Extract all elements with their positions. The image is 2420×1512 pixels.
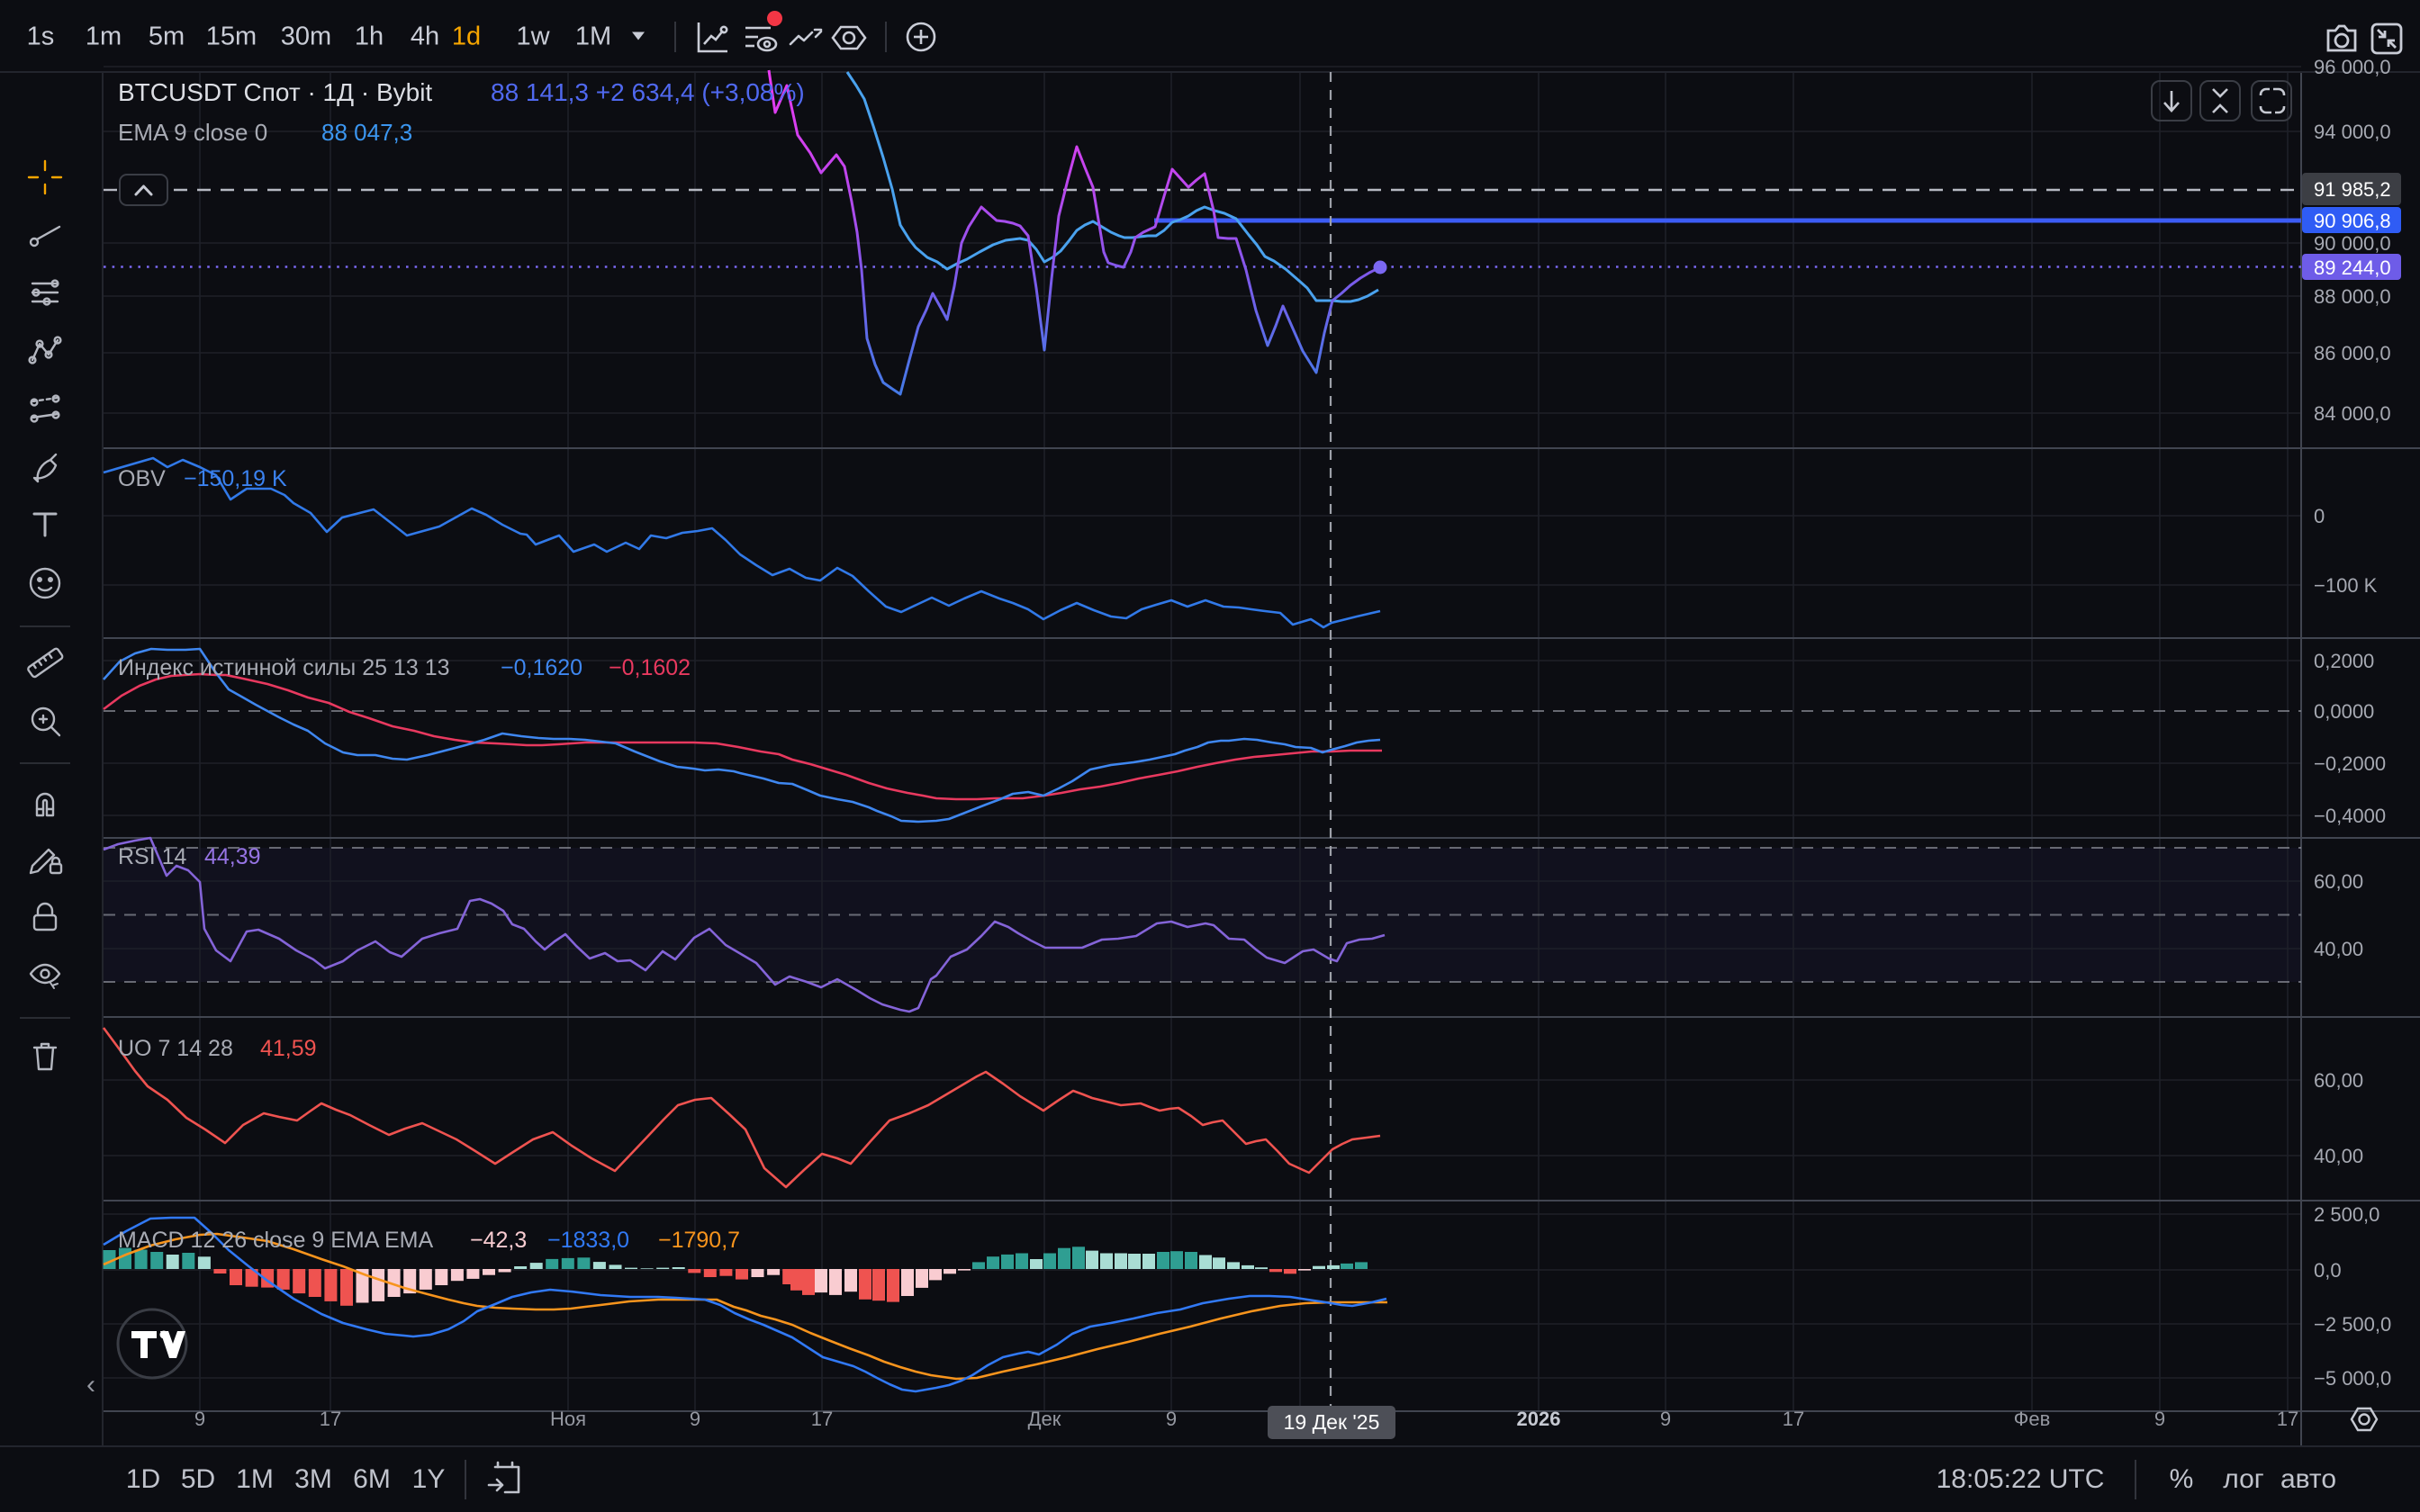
svg-text:17: 17 xyxy=(1783,1408,1804,1430)
svg-text:40,00: 40,00 xyxy=(2314,1145,2363,1167)
svg-text:Ноя: Ноя xyxy=(550,1408,586,1430)
svg-text:44,39: 44,39 xyxy=(204,844,261,869)
svg-text:89 244,0: 89 244,0 xyxy=(2314,256,2391,279)
svg-text:0,2000: 0,2000 xyxy=(2314,650,2374,672)
svg-text:−150,19 K: −150,19 K xyxy=(184,466,287,491)
svg-text:0: 0 xyxy=(2314,505,2325,527)
svg-text:MACD 12 26 close 9 EMA EMA: MACD 12 26 close 9 EMA EMA xyxy=(118,1228,433,1253)
svg-text:84 000,0: 84 000,0 xyxy=(2314,402,2391,425)
svg-text:9: 9 xyxy=(194,1408,205,1430)
svg-text:9: 9 xyxy=(1166,1408,1177,1430)
svg-text:Дек: Дек xyxy=(1028,1408,1061,1430)
svg-text:9: 9 xyxy=(2154,1408,2165,1430)
svg-text:94 000,0: 94 000,0 xyxy=(2314,121,2391,143)
svg-text:90 000,0: 90 000,0 xyxy=(2314,232,2391,255)
svg-text:BTCUSDT Спот · 1Д · Bybit: BTCUSDT Спот · 1Д · Bybit xyxy=(118,78,432,106)
svg-text:−100 K: −100 K xyxy=(2314,574,2378,597)
svg-text:Фев: Фев xyxy=(2014,1408,2051,1430)
svg-text:−42,3: −42,3 xyxy=(470,1228,527,1253)
svg-text:88 000,0: 88 000,0 xyxy=(2314,285,2391,308)
svg-text:−0,1620: −0,1620 xyxy=(501,655,582,680)
svg-text:0,0: 0,0 xyxy=(2314,1259,2342,1282)
svg-text:−0,2000: −0,2000 xyxy=(2314,752,2386,775)
svg-text:2026: 2026 xyxy=(1517,1408,1561,1430)
svg-text:91 985,2: 91 985,2 xyxy=(2314,178,2391,201)
svg-text:Индекс истинной силы 25 13 13: Индекс истинной силы 25 13 13 xyxy=(118,655,450,680)
svg-text:OBV: OBV xyxy=(118,466,166,491)
svg-text:17: 17 xyxy=(2277,1408,2298,1430)
svg-text:88 047,3: 88 047,3 xyxy=(321,119,412,146)
svg-text:86 000,0: 86 000,0 xyxy=(2314,342,2391,364)
svg-text:EMA 9 close 0: EMA 9 close 0 xyxy=(118,119,267,146)
svg-text:RSI 14: RSI 14 xyxy=(118,844,187,869)
svg-text:60,00: 60,00 xyxy=(2314,1069,2363,1092)
svg-text:17: 17 xyxy=(811,1408,833,1430)
svg-text:−2 500,0: −2 500,0 xyxy=(2314,1313,2391,1336)
svg-text:40,00: 40,00 xyxy=(2314,938,2363,960)
svg-text:−0,4000: −0,4000 xyxy=(2314,805,2386,827)
svg-text:2 500,0: 2 500,0 xyxy=(2314,1203,2379,1226)
svg-text:60,00: 60,00 xyxy=(2314,870,2363,893)
svg-text:UO 7 14 28: UO 7 14 28 xyxy=(118,1036,233,1061)
svg-text:−0,1602: −0,1602 xyxy=(609,655,691,680)
svg-text:41,59: 41,59 xyxy=(260,1036,317,1061)
svg-text:9: 9 xyxy=(690,1408,700,1430)
svg-text:−1833,0: −1833,0 xyxy=(547,1228,629,1253)
svg-text:19 Дек '25: 19 Дек '25 xyxy=(1284,1410,1380,1434)
svg-text:9: 9 xyxy=(1660,1408,1671,1430)
svg-text:−1790,7: −1790,7 xyxy=(658,1228,740,1253)
svg-text:17: 17 xyxy=(320,1408,341,1430)
svg-text:88 141,3 +2 634,4 (+3,08%): 88 141,3 +2 634,4 (+3,08%) xyxy=(491,78,805,106)
svg-text:90 906,8: 90 906,8 xyxy=(2314,210,2391,232)
svg-text:−5 000,0: −5 000,0 xyxy=(2314,1367,2391,1390)
svg-text:0,0000: 0,0000 xyxy=(2314,700,2374,723)
